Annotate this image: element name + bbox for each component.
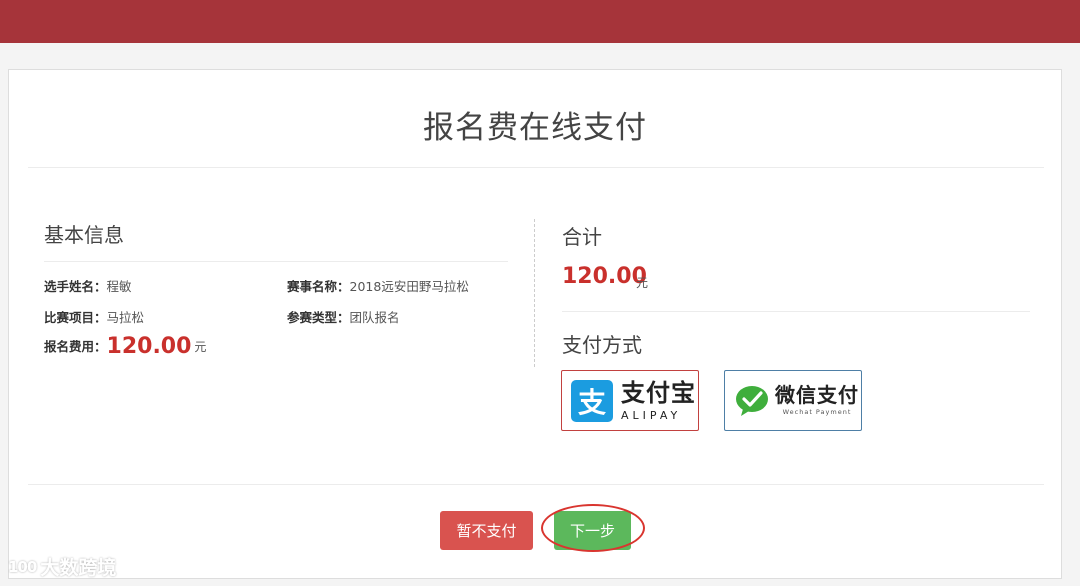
footer-divider [28,484,1044,485]
race-item-field: 比赛项目：马拉松 [44,307,144,326]
top-banner [0,0,1080,43]
total-amount: 120.00 [562,264,647,289]
event-name-value: 2018远安田野马拉松 [349,279,469,294]
registration-fee-label: 报名费用： [44,339,107,354]
wechat-pay-logo-icon [735,385,769,417]
alipay-cn-label: 支付宝 [621,378,696,407]
watermark-logo-icon: 100 [8,557,37,576]
page-title: 报名费在线支付 [423,110,647,146]
entry-type-field: 参赛类型：团队报名 [287,307,400,326]
player-name-value: 程敏 [106,279,132,294]
registration-fee-field: 报名费用：120.00 元 [44,334,206,359]
wechat-pay-en-label: Wechat Payment [782,408,852,417]
race-item-label: 比赛项目： [44,310,107,325]
total-heading: 合计 [562,225,602,249]
race-item-value: 马拉松 [106,310,145,325]
total-unit: 元 [636,276,649,290]
registration-fee-unit: 元 [194,340,207,354]
wechat-pay-cn-label: 微信支付 [775,383,859,408]
alipay-en-label: ALIPAY [621,408,682,422]
basic-info-heading: 基本信息 [44,223,124,247]
basic-info-divider [44,261,508,262]
title-divider [28,167,1044,168]
pay-later-button[interactable]: 暂不支付 [440,511,533,550]
player-name-label: 选手姓名： [44,279,107,294]
entry-type-label: 参赛类型： [287,310,350,325]
highlight-circle [541,504,645,552]
payment-method-heading: 支付方式 [562,333,642,357]
registration-fee-amount: 120.00 [106,334,192,359]
event-name-field: 赛事名称：2018远安田野马拉松 [287,276,469,295]
alipay-option[interactable]: 支 支付宝 ALIPAY [561,370,699,431]
alipay-logo-icon: 支 [571,379,613,422]
entry-type-value: 团队报名 [349,310,400,325]
event-name-label: 赛事名称： [287,279,350,294]
watermark-text: 大数跨境 [40,557,117,579]
total-divider [562,311,1030,312]
player-name-field: 选手姓名：程敏 [44,276,132,295]
watermark: 100 大数跨境 [8,553,116,580]
column-divider [534,219,535,367]
wechat-pay-option[interactable]: 微信支付 Wechat Payment [724,370,862,431]
